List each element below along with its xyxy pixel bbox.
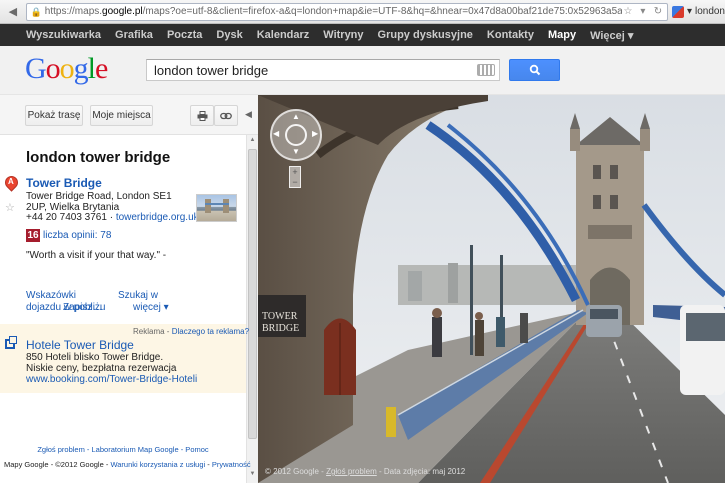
pan-left-icon[interactable]: ◀: [273, 129, 279, 138]
report-problem-link[interactable]: Zgłoś problem: [326, 467, 377, 476]
printer-icon: [197, 110, 207, 121]
place-thumbnail[interactable]: [196, 194, 237, 222]
scrollbar-thumb[interactable]: [248, 149, 257, 439]
search-button[interactable]: [509, 59, 560, 81]
search-engine-box[interactable]: ▾ london: [671, 5, 725, 18]
results-panel: Pokaż trasę Moje miejsca ◀ ▲ ▼ london to…: [0, 95, 258, 483]
dropdown-arrow-icon[interactable]: ▾: [637, 6, 649, 17]
ad-title-link[interactable]: Hotele Tower Bridge: [26, 338, 134, 352]
google-search-icon: [671, 5, 684, 18]
footer-links[interactable]: Zgłoś problem - Laboratorium Map Google …: [0, 445, 246, 454]
scroll-up-icon[interactable]: ▲: [248, 137, 257, 147]
ad-url-link[interactable]: www.booking.com/Tower-Bridge-Hoteli: [26, 374, 197, 385]
gbar-item[interactable]: Witryny: [323, 29, 363, 41]
keyboard-icon[interactable]: [477, 64, 495, 76]
place-name-link[interactable]: Tower Bridge: [26, 176, 102, 190]
collapse-panel-icon[interactable]: ◀: [245, 109, 252, 120]
search-nearby-link[interactable]: Szukaj w: [115, 290, 161, 302]
ad-label-text: Reklama: [133, 327, 165, 336]
terms-link[interactable]: Warunki korzystania z usługi: [110, 460, 205, 469]
pan-up-icon[interactable]: ▲: [292, 112, 300, 121]
chain-link-icon: [220, 112, 232, 119]
search-input[interactable]: london tower bridge: [146, 59, 500, 81]
pan-down-icon[interactable]: ▼: [292, 147, 300, 156]
link-button[interactable]: [214, 105, 238, 126]
place-contact: +44 20 7403 3761 · towerbridge.org.uk: [26, 212, 199, 223]
zoom-out-icon[interactable]: −: [292, 177, 297, 187]
map-marker-icon[interactable]: A: [2, 173, 21, 196]
search-engine-text: london: [694, 6, 725, 17]
back-arrow-icon[interactable]: ◀: [2, 3, 24, 21]
gbar-item[interactable]: Dysk: [216, 29, 242, 41]
panel-scrollbar[interactable]: ▲ ▼: [246, 135, 258, 483]
gbar-item[interactable]: Kontakty: [487, 29, 534, 41]
gbar-item[interactable]: Więcej ▾: [590, 29, 633, 42]
url-text: https://maps.google.pl/maps?oe=utf-8&cli…: [44, 6, 622, 17]
star-icon[interactable]: ☆: [5, 201, 15, 214]
bookmark-star-icon[interactable]: ☆: [622, 6, 634, 17]
capture-date: Data zdjęcia: maj 2012: [383, 467, 466, 476]
gbar-item[interactable]: Grafika: [115, 29, 153, 41]
street-view-panorama[interactable]: TOWER BRIDGE ▲ ▼ ◀ ▶ + − © 2012 Google - …: [258, 95, 725, 483]
street-view-image: TOWER BRIDGE: [258, 95, 725, 483]
maps-header: Google london tower bridge: [0, 46, 725, 95]
ad-text-line: 850 Hoteli blisko Tower Bridge.: [26, 352, 164, 363]
google-nav-bar: Wyszukiwarka Grafika Poczta Dysk Kalendarz Wi…: [0, 24, 725, 46]
print-button[interactable]: [190, 105, 214, 126]
panel-toolbar: Pokaż trasę Moje miejsca ◀: [0, 95, 258, 135]
get-directions-button[interactable]: Pokaż trasę: [25, 105, 83, 126]
gbar-item[interactable]: Wyszukiwarka: [26, 29, 101, 41]
pan-control[interactable]: ▲ ▼ ◀ ▶: [270, 109, 322, 161]
chevron-down-icon: ▾: [686, 6, 692, 17]
browser-toolbar: ◀ 🔒 https://maps.google.pl/maps?oe=utf-8…: [0, 0, 725, 24]
google-logo[interactable]: Google: [25, 54, 108, 84]
footer-copyright: Mapy Google - ©2012 Google - Warunki kor…: [4, 460, 251, 469]
copyright-text: © 2012 Google -: [265, 467, 324, 476]
gbar-item[interactable]: Grupy dyskusyjne: [378, 29, 473, 41]
ad-label: Reklama - Dlaczego ta reklama?: [133, 327, 250, 336]
reviews-link[interactable]: liczba opinii: 78: [43, 230, 111, 241]
address-bar[interactable]: 🔒 https://maps.google.pl/maps?oe=utf-8&c…: [25, 2, 668, 21]
privacy-link[interactable]: Prywatność: [212, 460, 251, 469]
reload-icon[interactable]: ↻: [652, 6, 664, 17]
review-quote: "Worth a visit if your that way." -: [26, 250, 167, 261]
ad-text-line: Niskie ceny, bezpłatna rezerwacja: [26, 363, 177, 374]
street-view-copyright: © 2012 Google - Zgłoś problem - Data zdj…: [265, 467, 466, 476]
ad-block: Reklama - Dlaczego ta reklama? Hotele To…: [0, 324, 250, 393]
separator: ·: [106, 212, 116, 223]
more-link[interactable]: więcej ▾: [133, 302, 169, 313]
zoom-control[interactable]: + −: [289, 166, 301, 188]
sign-text-line: BRIDGE: [262, 323, 299, 334]
lock-icon: 🔒: [30, 6, 43, 17]
gbar-item[interactable]: Kalendarz: [257, 29, 310, 41]
place-address: Tower Bridge Road, London SE1 2UP, Wielk…: [26, 191, 172, 213]
search-icon: [529, 64, 540, 76]
place-phone: +44 20 7403 3761: [26, 212, 107, 223]
search-input-value: london tower bridge: [154, 62, 269, 78]
why-ad-link[interactable]: Dlaczego ta reklama?: [172, 327, 249, 336]
query-title: london tower bridge: [26, 149, 171, 166]
gbar-item[interactable]: Mapy: [548, 29, 576, 41]
website-link[interactable]: towerbridge.org.uk: [116, 212, 199, 223]
sign-text-line: TOWER: [262, 311, 298, 322]
copyright-text: Mapy Google - ©2012 Google -: [4, 460, 109, 469]
my-places-button[interactable]: Moje miejsca: [90, 105, 153, 126]
save-link[interactable]: Zapisz…: [63, 302, 102, 313]
zoom-in-icon[interactable]: +: [292, 167, 297, 177]
rating-badge: 16: [26, 229, 40, 242]
external-link-icon: [5, 336, 17, 349]
pan-right-icon[interactable]: ▶: [312, 129, 318, 138]
gbar-item[interactable]: Poczta: [167, 29, 202, 41]
scroll-down-icon[interactable]: ▼: [248, 471, 257, 481]
